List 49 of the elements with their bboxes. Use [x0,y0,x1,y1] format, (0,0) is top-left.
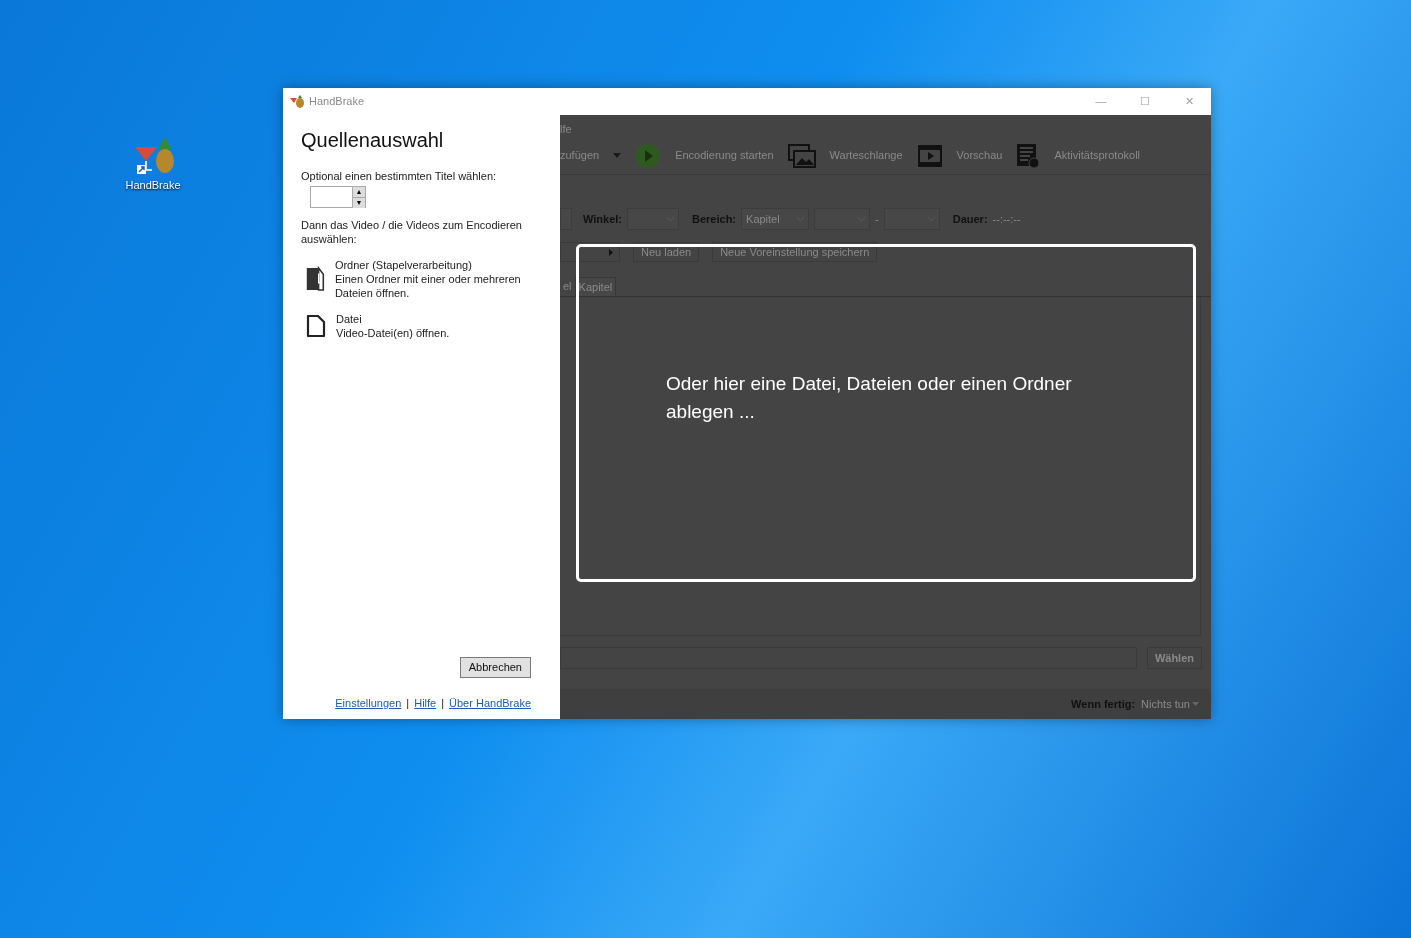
option-description: Video-Datei(en) öffnen. [336,325,450,340]
caret-icon[interactable] [613,152,622,159]
option-title[interactable]: Ordner (Stapelverarbeitung) [334,257,542,272]
window-title: HandBrake [309,94,365,110]
toolbar-label[interactable]: Encodierung starten [675,147,774,164]
log-icon[interactable] [1016,142,1041,169]
pineapple-icon [290,95,305,108]
title-prompt: Optional einen bestimmten Titel wählen: [301,169,498,184]
play-icon[interactable] [635,142,662,169]
toolbar-label[interactable]: Aktivitätsprotokoll [1054,147,1141,164]
link-separator: | [441,695,445,711]
footer-link[interactable]: Hilfe [414,694,437,711]
preset-button[interactable]: Neu laden [633,242,700,262]
menu-item[interactable]: lfe [560,115,1211,137]
minimize-button[interactable]: — [1079,88,1123,115]
destination-field[interactable] [560,647,1137,669]
panel-heading: Quellenauswahl [301,128,445,153]
choose-button[interactable]: Wählen [1146,647,1202,669]
maximize-button[interactable]: ☐ [1123,88,1167,115]
link-separator: | [406,695,410,711]
toolbar-label[interactable]: Vorschau [956,147,1003,164]
close-button[interactable]: ✕ [1167,88,1211,115]
dropdown-field[interactable]: Kapitel [741,208,810,230]
icon-label[interactable]: HandBrake [125,177,181,194]
file-icon[interactable] [306,313,326,338]
tab[interactable]: el [560,277,575,296]
dropdown-field[interactable] [814,208,871,230]
footer-link[interactable]: Über HandBrake [449,694,531,711]
when-done-dropdown[interactable]: Nichts tun [1141,695,1199,713]
dropdown-field[interactable] [883,208,940,230]
duration-value: --:--:-- [992,211,1021,227]
triangle-icon [609,248,613,256]
range-dash: - [875,211,879,227]
dropdown-field[interactable] [560,208,572,230]
preset-dropdown[interactable] [560,242,620,262]
tab[interactable]: Kapitel [574,277,617,296]
toolbar-label[interactable]: zufügen [560,147,600,164]
dropdown-field[interactable] [627,208,679,230]
caret-icon[interactable] [1192,702,1199,706]
video-prompt: Dann das Video / die Videos zum Encodieren auswählen: [301,217,523,246]
option-title[interactable]: Datei [336,311,450,326]
drop-zone-text: Oder hier eine Datei, Dateien oder einen Ordner ablegen ... [666,372,1073,424]
pictures-icon[interactable] [787,143,816,168]
toolbar-label[interactable]: Warteschlange [829,147,903,164]
preset-button[interactable]: Neue Voreinstellung speichern [712,242,878,262]
cancel-button[interactable]: Abbrechen [459,656,531,678]
option-description: Einen Ordner mit einer oder mehreren Dateien öffnen. [334,271,522,300]
film-icon[interactable] [916,143,943,168]
footer-link[interactable]: Einstellungen [335,694,402,711]
